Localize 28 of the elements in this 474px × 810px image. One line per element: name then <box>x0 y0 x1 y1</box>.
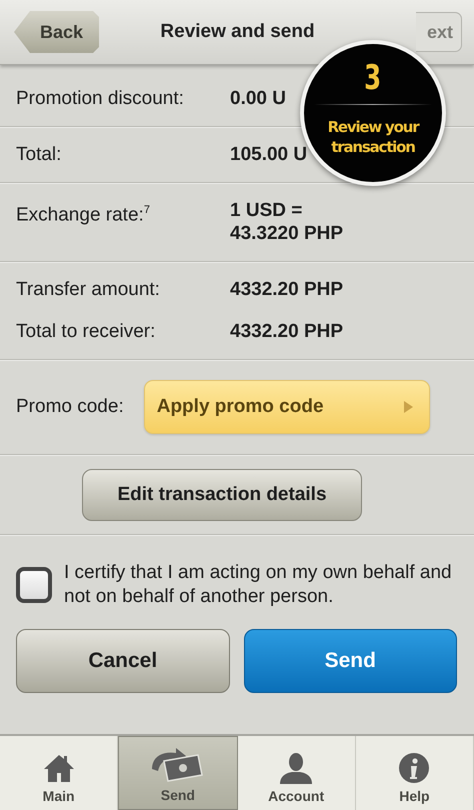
info-icon <box>398 752 430 784</box>
field-value: 4332.20 PHP <box>230 320 344 343</box>
step-number: 3 <box>364 58 382 98</box>
screen-title: Review and send <box>159 21 316 43</box>
tab[interactable]: Help <box>356 736 474 810</box>
field-label: Total to receiver: <box>16 320 156 343</box>
field-value: 1 USD = 43.3220 PHP <box>230 199 344 245</box>
person-icon <box>279 752 314 784</box>
tab[interactable]: Account <box>238 736 356 810</box>
field-label: Promotion discount: <box>16 87 185 110</box>
field-label: Total: <box>16 143 62 166</box>
field-value: 4332.20 PHP <box>230 278 344 301</box>
caret-icon <box>404 401 413 413</box>
apply-promo-button[interactable]: Apply promo code <box>144 380 430 434</box>
field-label: Exchange rate:$^{7}$ <box>16 203 151 228</box>
send-button[interactable]: Send <box>244 629 457 693</box>
edit-transaction-button[interactable]: Edit transaction details <box>82 469 362 521</box>
certify-text: I certify that I am acting on my own behalf and not on behalf of another person. <box>64 561 453 609</box>
back-button[interactable]: Back <box>14 11 100 53</box>
step-label: Review your transaction <box>326 117 420 157</box>
field-value: 0.00 U <box>230 87 286 110</box>
promo-label: Promo code: <box>16 396 124 418</box>
cancel-button[interactable]: Cancel <box>16 629 230 693</box>
tab[interactable]: Send <box>118 736 238 810</box>
field-value: 105.00 U <box>230 143 308 166</box>
certify-checkbox[interactable] <box>16 567 52 603</box>
home-icon <box>42 752 75 784</box>
field-label: Transfer amount: <box>16 278 161 301</box>
